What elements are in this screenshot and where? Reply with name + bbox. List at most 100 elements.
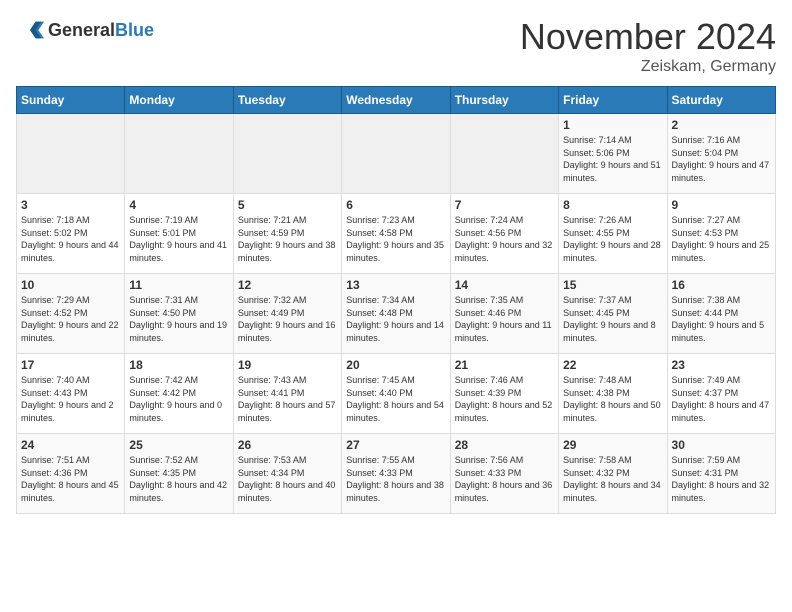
title-area: November 2024 Zeiskam, Germany xyxy=(520,16,776,76)
calendar-cell: 11Sunrise: 7:31 AM Sunset: 4:50 PM Dayli… xyxy=(125,274,233,354)
day-number: 27 xyxy=(346,438,445,452)
col-wednesday: Wednesday xyxy=(342,87,450,114)
page-container: GeneralBlue November 2024 Zeiskam, Germa… xyxy=(0,0,792,522)
calendar-cell: 22 Sunrise: 7:48 AM Sunset: 4:38 PM Dayli… xyxy=(559,354,667,434)
calendar-cell: 5 Sunrise: 7:21 AM Sunset: 4:59 PM Daylig… xyxy=(233,194,341,274)
calendar-cell: 26Sunrise: 7:53 AM Sunset: 4:34 PM Dayli… xyxy=(233,434,341,514)
day-number: 19 xyxy=(238,358,337,372)
calendar-table: Sunday Monday Tuesday Wednesday Thursday… xyxy=(16,86,776,514)
calendar-cell xyxy=(342,114,450,194)
col-monday: Monday xyxy=(125,87,233,114)
day-number: 21 xyxy=(455,358,554,372)
logo-icon xyxy=(16,16,44,44)
calendar-week-row: 3 Sunrise: 7:18 AM Sunset: 5:02 PM Daylig… xyxy=(17,194,776,274)
calendar-cell: 27Sunrise: 7:55 AM Sunset: 4:33 PM Dayli… xyxy=(342,434,450,514)
day-number: 6 xyxy=(346,198,445,212)
calendar-cell: 9 Sunrise: 7:27 AM Sunset: 4:53 PM Daylig… xyxy=(667,194,775,274)
calendar-cell: 10 Sunrise: 7:29 AM Sunset: 4:52 PM Dayli… xyxy=(17,274,125,354)
day-info: Sunrise: 7:34 AM Sunset: 4:48 PM Dayligh… xyxy=(346,294,445,344)
calendar-cell: 13 Sunrise: 7:34 AM Sunset: 4:48 PM Dayli… xyxy=(342,274,450,354)
calendar-week-row: 1Sunrise: 7:14 AM Sunset: 5:06 PM Daylig… xyxy=(17,114,776,194)
calendar-week-row: 24 Sunrise: 7:51 AM Sunset: 4:36 PM Dayli… xyxy=(17,434,776,514)
logo-text-general: General xyxy=(48,20,115,40)
day-info: Sunrise: 7:23 AM Sunset: 4:58 PM Dayligh… xyxy=(346,214,445,264)
day-number: 20 xyxy=(346,358,445,372)
day-info: Sunrise: 7:59 AM Sunset: 4:31 PM Dayligh… xyxy=(672,454,771,504)
day-info: Sunrise: 7:29 AM Sunset: 4:52 PM Dayligh… xyxy=(21,294,120,344)
calendar-cell: 6 Sunrise: 7:23 AM Sunset: 4:58 PM Daylig… xyxy=(342,194,450,274)
day-info: Sunrise: 7:52 AM Sunset: 4:35 PM Dayligh… xyxy=(129,454,228,504)
calendar-cell: 14Sunrise: 7:35 AM Sunset: 4:46 PM Dayli… xyxy=(450,274,558,354)
day-info: Sunrise: 7:27 AM Sunset: 4:53 PM Dayligh… xyxy=(672,214,771,264)
calendar-cell: 7 Sunrise: 7:24 AM Sunset: 4:56 PM Daylig… xyxy=(450,194,558,274)
day-number: 22 xyxy=(563,358,662,372)
calendar-cell xyxy=(450,114,558,194)
calendar-cell: 20Sunrise: 7:45 AM Sunset: 4:40 PM Dayli… xyxy=(342,354,450,434)
calendar-cell: 24 Sunrise: 7:51 AM Sunset: 4:36 PM Dayli… xyxy=(17,434,125,514)
calendar-cell xyxy=(17,114,125,194)
day-number: 9 xyxy=(672,198,771,212)
day-info: Sunrise: 7:43 AM Sunset: 4:41 PM Dayligh… xyxy=(238,374,337,424)
day-number: 24 xyxy=(21,438,120,452)
month-title: November 2024 xyxy=(520,16,776,58)
day-number: 1 xyxy=(563,118,662,132)
day-info: Sunrise: 7:51 AM Sunset: 4:36 PM Dayligh… xyxy=(21,454,120,504)
day-info: Sunrise: 7:42 AM Sunset: 4:42 PM Dayligh… xyxy=(129,374,228,424)
day-number: 11 xyxy=(129,278,228,292)
day-info: Sunrise: 7:56 AM Sunset: 4:33 PM Dayligh… xyxy=(455,454,554,504)
day-info: Sunrise: 7:24 AM Sunset: 4:56 PM Dayligh… xyxy=(455,214,554,264)
col-friday: Friday xyxy=(559,87,667,114)
logo: GeneralBlue xyxy=(16,16,154,44)
day-info: Sunrise: 7:38 AM Sunset: 4:44 PM Dayligh… xyxy=(672,294,771,344)
header-area: GeneralBlue November 2024 Zeiskam, Germa… xyxy=(16,16,776,76)
calendar-cell: 25 Sunrise: 7:52 AM Sunset: 4:35 PM Dayli… xyxy=(125,434,233,514)
day-info: Sunrise: 7:35 AM Sunset: 4:46 PM Dayligh… xyxy=(455,294,554,344)
logo-text-blue: Blue xyxy=(115,20,154,40)
day-number: 18 xyxy=(129,358,228,372)
day-number: 4 xyxy=(129,198,228,212)
day-number: 29 xyxy=(563,438,662,452)
day-number: 2 xyxy=(672,118,771,132)
calendar-cell: 28 Sunrise: 7:56 AM Sunset: 4:33 PM Dayli… xyxy=(450,434,558,514)
day-info: Sunrise: 7:46 AM Sunset: 4:39 PM Dayligh… xyxy=(455,374,554,424)
day-number: 28 xyxy=(455,438,554,452)
calendar-cell: 16 Sunrise: 7:38 AM Sunset: 4:44 PM Dayli… xyxy=(667,274,775,354)
day-number: 23 xyxy=(672,358,771,372)
day-number: 10 xyxy=(21,278,120,292)
calendar-cell: 29 Sunrise: 7:58 AM Sunset: 4:32 PM Dayli… xyxy=(559,434,667,514)
day-number: 30 xyxy=(672,438,771,452)
day-number: 12 xyxy=(238,278,337,292)
day-info: Sunrise: 7:26 AM Sunset: 4:55 PM Dayligh… xyxy=(563,214,662,264)
calendar-cell: 12Sunrise: 7:32 AM Sunset: 4:49 PM Dayli… xyxy=(233,274,341,354)
calendar-cell: 4 Sunrise: 7:19 AM Sunset: 5:01 PM Daylig… xyxy=(125,194,233,274)
day-info: Sunrise: 7:49 AM Sunset: 4:37 PM Dayligh… xyxy=(672,374,771,424)
calendar-header-row: Sunday Monday Tuesday Wednesday Thursday… xyxy=(17,87,776,114)
day-info: Sunrise: 7:19 AM Sunset: 5:01 PM Dayligh… xyxy=(129,214,228,264)
day-number: 25 xyxy=(129,438,228,452)
calendar-cell: 19 Sunrise: 7:43 AM Sunset: 4:41 PM Dayli… xyxy=(233,354,341,434)
day-info: Sunrise: 7:40 AM Sunset: 4:43 PM Dayligh… xyxy=(21,374,120,424)
day-number: 13 xyxy=(346,278,445,292)
day-info: Sunrise: 7:21 AM Sunset: 4:59 PM Dayligh… xyxy=(238,214,337,264)
day-number: 5 xyxy=(238,198,337,212)
calendar-cell: 1Sunrise: 7:14 AM Sunset: 5:06 PM Daylig… xyxy=(559,114,667,194)
day-number: 17 xyxy=(21,358,120,372)
calendar-cell: 15Sunrise: 7:37 AM Sunset: 4:45 PM Dayli… xyxy=(559,274,667,354)
day-number: 7 xyxy=(455,198,554,212)
day-info: Sunrise: 7:48 AM Sunset: 4:38 PM Dayligh… xyxy=(563,374,662,424)
col-saturday: Saturday xyxy=(667,87,775,114)
col-thursday: Thursday xyxy=(450,87,558,114)
day-number: 3 xyxy=(21,198,120,212)
calendar-cell xyxy=(233,114,341,194)
calendar-cell: 8Sunrise: 7:26 AM Sunset: 4:55 PM Daylig… xyxy=(559,194,667,274)
day-number: 15 xyxy=(563,278,662,292)
calendar-cell: 3 Sunrise: 7:18 AM Sunset: 5:02 PM Daylig… xyxy=(17,194,125,274)
calendar-cell: 21 Sunrise: 7:46 AM Sunset: 4:39 PM Dayli… xyxy=(450,354,558,434)
day-info: Sunrise: 7:58 AM Sunset: 4:32 PM Dayligh… xyxy=(563,454,662,504)
calendar-cell: 2Sunrise: 7:16 AM Sunset: 5:04 PM Daylig… xyxy=(667,114,775,194)
day-info: Sunrise: 7:18 AM Sunset: 5:02 PM Dayligh… xyxy=(21,214,120,264)
col-tuesday: Tuesday xyxy=(233,87,341,114)
day-number: 16 xyxy=(672,278,771,292)
day-info: Sunrise: 7:53 AM Sunset: 4:34 PM Dayligh… xyxy=(238,454,337,504)
calendar-week-row: 17 Sunrise: 7:40 AM Sunset: 4:43 PM Dayli… xyxy=(17,354,776,434)
